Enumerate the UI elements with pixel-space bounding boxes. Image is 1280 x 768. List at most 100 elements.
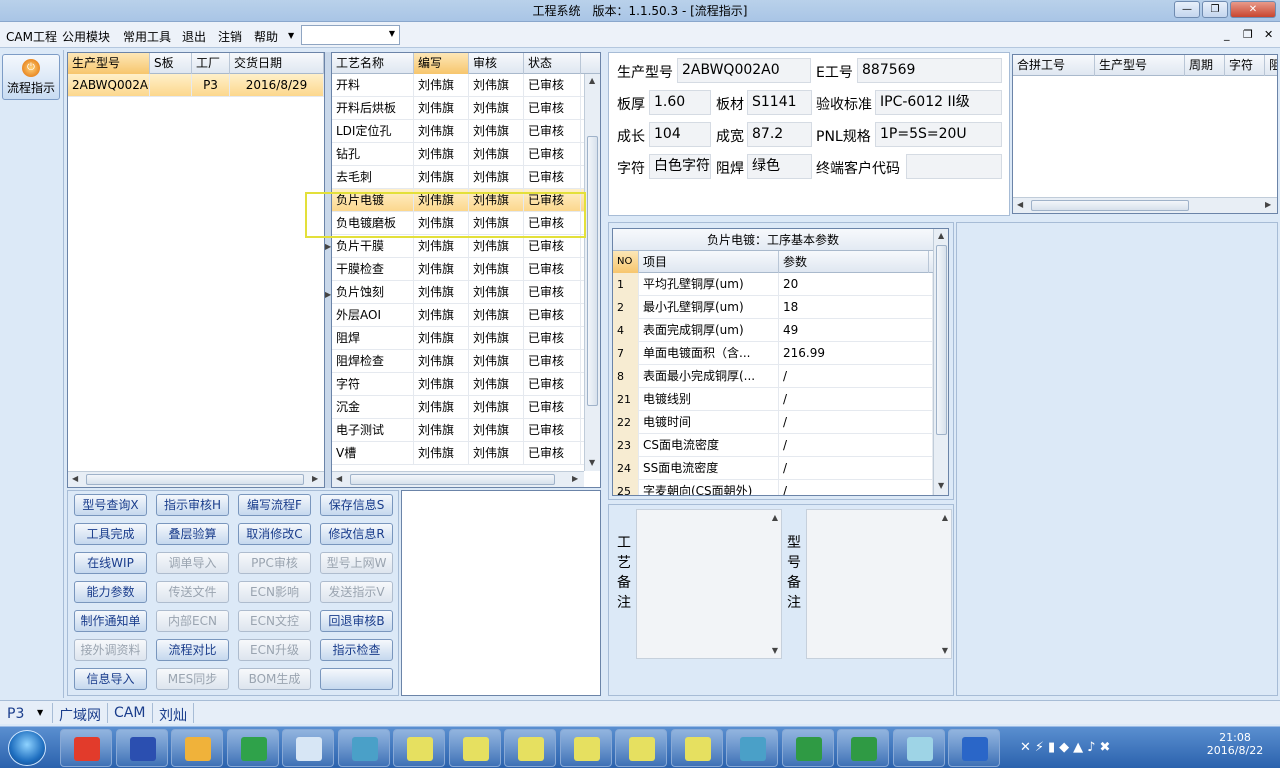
action-button-6-2[interactable]: BOM生成 — [238, 668, 311, 690]
process-vscroll[interactable]: ▲ ▼ — [584, 74, 600, 471]
col-date[interactable]: 交货日期 — [230, 53, 324, 74]
table-row[interactable]: 负片干膜 刘伟旗 刘伟旗 已审核 — [332, 235, 584, 258]
tray-icons[interactable]: ✕⚡▮◆▲♪✖ — [1020, 740, 1170, 758]
action-button-4-0[interactable]: 制作通知单 — [74, 610, 147, 632]
table-row[interactable]: 2ABWQ002A0 P3 2016/8/29 — [68, 74, 324, 97]
table-row[interactable]: 21 电镀线别 / — [613, 388, 933, 411]
taskbar-button[interactable] — [393, 729, 445, 767]
action-button-0-0[interactable]: 型号查询X — [74, 494, 147, 516]
action-button-2-2[interactable]: PPC审核 — [238, 552, 311, 574]
col-mask[interactable]: 阻焊 — [1265, 55, 1277, 76]
table-row[interactable]: 25 字麦朝向(CS面朝外) / — [613, 480, 933, 495]
chevron-down-icon[interactable]: ▼ — [37, 708, 43, 717]
minimize-button[interactable]: — — [1174, 1, 1200, 18]
mdi-close-icon[interactable]: ✕ — [1264, 28, 1273, 41]
col-param[interactable]: 参数 — [779, 251, 929, 273]
action-button-5-0[interactable]: 接外调资料 — [74, 639, 147, 661]
table-row[interactable]: 钻孔 刘伟旗 刘伟旗 已审核 — [332, 143, 584, 166]
table-row[interactable]: 开料后烘板 刘伟旗 刘伟旗 已审核 — [332, 97, 584, 120]
merge-hscroll[interactable]: ◀ ▶ — [1013, 197, 1277, 213]
action-button-0-1[interactable]: 指示审核H — [156, 494, 229, 516]
action-button-1-1[interactable]: 叠层验算 — [156, 523, 229, 545]
table-row[interactable]: 电子测试 刘伟旗 刘伟旗 已审核 — [332, 419, 584, 442]
process-notes-field[interactable]: ▲ ▼ — [636, 509, 782, 659]
taskbar-button[interactable] — [171, 729, 223, 767]
action-button-0-2[interactable]: 编写流程F — [238, 494, 311, 516]
table-row[interactable]: 沉金 刘伟旗 刘伟旗 已审核 — [332, 396, 584, 419]
table-row[interactable]: 阻焊 刘伟旗 刘伟旗 已审核 — [332, 327, 584, 350]
action-button-4-1[interactable]: 内部ECN — [156, 610, 229, 632]
action-button-1-0[interactable]: 工具完成 — [74, 523, 147, 545]
taskbar-button[interactable] — [448, 729, 501, 767]
table-row[interactable]: 24 SS面电流密度 / — [613, 457, 933, 480]
table-row[interactable]: 干膜检查 刘伟旗 刘伟旗 已审核 — [332, 258, 584, 281]
action-button-5-1[interactable]: 流程对比 — [156, 639, 229, 661]
clock[interactable]: 21:08 2016/8/22 — [1200, 731, 1270, 757]
col-reviewer[interactable]: 审核 — [469, 53, 524, 74]
taskbar-button[interactable] — [837, 729, 889, 767]
menu-common-module[interactable]: 公用模块 — [62, 28, 110, 45]
col-factory[interactable]: 工厂 — [192, 53, 230, 74]
action-button-3-1[interactable]: 传送文件 — [156, 581, 229, 603]
factory-selector[interactable]: P3 — [7, 706, 24, 722]
col-status[interactable]: 状态 — [524, 53, 581, 74]
taskbar-button[interactable] — [226, 729, 279, 767]
table-row[interactable]: V槽 刘伟旗 刘伟旗 已审核 — [332, 442, 584, 465]
table-row[interactable]: 去毛刺 刘伟旗 刘伟旗 已审核 — [332, 166, 584, 189]
flow-button[interactable]: ⏻ 流程指示 — [2, 54, 60, 100]
action-button-4-2[interactable]: ECN文控 — [238, 610, 311, 632]
action-button-5-3[interactable]: 指示检查 — [320, 639, 393, 661]
menu-exit[interactable]: 退出 — [182, 28, 206, 45]
table-row[interactable]: 字符 刘伟旗 刘伟旗 已审核 — [332, 373, 584, 396]
col-merge-no[interactable]: 合拼工号 — [1013, 55, 1095, 76]
table-row[interactable]: 8 表面最小完成铜厚(... / — [613, 365, 933, 388]
taskbar-button[interactable] — [670, 729, 723, 767]
action-button-2-1[interactable]: 调单导入 — [156, 552, 229, 574]
table-row[interactable]: 外层AOI 刘伟旗 刘伟旗 已审核 — [332, 304, 584, 327]
taskbar-button[interactable] — [282, 729, 334, 767]
action-button-6-0[interactable]: 信息导入 — [74, 668, 147, 690]
col-writer[interactable]: 编写 — [414, 53, 469, 74]
action-button-2-0[interactable]: 在线WIP — [74, 552, 147, 574]
col-item[interactable]: 项目 — [639, 251, 779, 273]
taskbar-button[interactable] — [337, 729, 390, 767]
help-dropdown-icon[interactable]: ▼ — [288, 31, 294, 40]
col-s[interactable]: S板 — [150, 53, 192, 74]
maximize-button[interactable]: ❐ — [1202, 1, 1228, 18]
start-button[interactable] — [8, 730, 46, 766]
taskbar-button[interactable] — [60, 729, 112, 767]
menu-combo[interactable]: ▼ — [301, 25, 400, 45]
taskbar-button[interactable] — [115, 729, 168, 767]
col-char[interactable]: 字符 — [1225, 55, 1265, 76]
action-button-4-3[interactable]: 回退审核B — [320, 610, 393, 632]
col-no[interactable]: NO — [613, 251, 639, 273]
taskbar-button[interactable] — [892, 729, 945, 767]
taskbar-button[interactable] — [781, 729, 834, 767]
close-button[interactable]: ✕ — [1230, 1, 1276, 18]
action-button-1-3[interactable]: 修改信息R — [320, 523, 393, 545]
col-model[interactable]: 生产型号 — [68, 53, 150, 74]
model-list-hscroll[interactable]: ◀ ▶ — [68, 471, 324, 487]
action-button-6-1[interactable]: MES同步 — [156, 668, 229, 690]
taskbar-button[interactable] — [948, 729, 1000, 767]
action-button-3-3[interactable]: 发送指示V — [320, 581, 393, 603]
taskbar-button[interactable] — [504, 729, 556, 767]
process-hscroll[interactable]: ◀ ▶ — [332, 471, 584, 487]
table-row[interactable]: 2 最小孔壁铜厚(um) 18 — [613, 296, 933, 319]
table-row[interactable]: 23 CS面电流密度 / — [613, 434, 933, 457]
table-row[interactable]: 7 单面电镀面积（含... 216.99 — [613, 342, 933, 365]
table-row[interactable]: LDI定位孔 刘伟旗 刘伟旗 已审核 — [332, 120, 584, 143]
action-button-6-3[interactable] — [320, 668, 393, 690]
taskbar-button[interactable] — [615, 729, 667, 767]
col-cycle[interactable]: 周期 — [1185, 55, 1225, 76]
menu-help[interactable]: 帮助 — [254, 28, 278, 45]
action-button-2-3[interactable]: 型号上网W — [320, 552, 393, 574]
menu-tools[interactable]: 常用工具 — [123, 28, 171, 45]
table-row[interactable]: 开料 刘伟旗 刘伟旗 已审核 — [332, 74, 584, 97]
params-vscroll[interactable]: ▲ ▼ — [933, 229, 948, 495]
col-merge-model[interactable]: 生产型号 — [1095, 55, 1185, 76]
action-button-5-2[interactable]: ECN升级 — [238, 639, 311, 661]
mdi-minimize-icon[interactable]: _ — [1224, 28, 1230, 41]
table-row[interactable]: 负片蚀刻 刘伟旗 刘伟旗 已审核 — [332, 281, 584, 304]
taskbar-button[interactable] — [726, 729, 778, 767]
